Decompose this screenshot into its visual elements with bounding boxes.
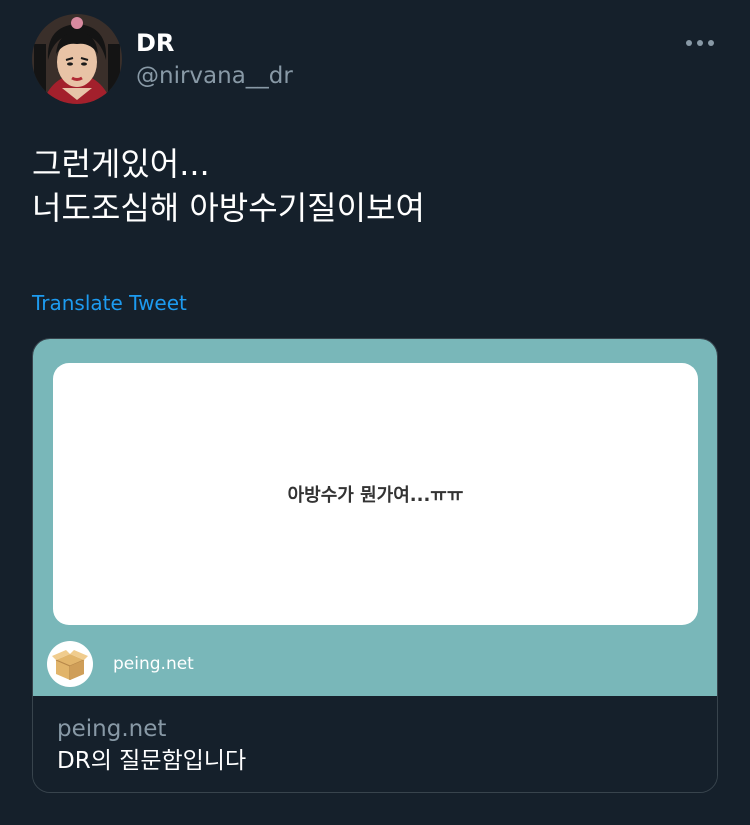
tweet-text-line: 너도조심해 아방수기질이보여 — [32, 189, 425, 227]
question-text: 아방수가 뭔가여...ㅠㅠ — [287, 485, 464, 506]
more-horizontal-icon — [686, 40, 714, 46]
more-options-button[interactable] — [680, 30, 720, 56]
display-name[interactable]: DR — [136, 28, 174, 58]
avatar-image — [32, 14, 122, 104]
cardboard-box-icon — [52, 650, 88, 680]
card-image[interactable]: 아방수가 뭔가여...ㅠㅠ peing.net — [33, 339, 717, 696]
link-card[interactable]: 아방수가 뭔가여...ㅠㅠ peing.net peing.net DR의 질문… — [32, 338, 718, 793]
card-footer[interactable]: peing.net DR의 질문함입니다 — [33, 696, 717, 792]
card-site-name: peing.net — [113, 654, 194, 674]
site-logo — [47, 641, 93, 687]
user-handle[interactable]: @nirvana__dr — [136, 61, 293, 91]
question-box: 아방수가 뭔가여...ㅠㅠ — [53, 363, 698, 625]
tweet-text: 그런게있어... 너도조심해 아방수기질이보여 — [32, 142, 712, 230]
avatar[interactable] — [32, 14, 122, 104]
tweet-text-line: 그런게있어... — [32, 145, 210, 183]
card-domain: peing.net — [57, 716, 167, 742]
translate-tweet-link[interactable]: Translate Tweet — [32, 289, 187, 317]
card-title: DR의 질문함입니다 — [57, 748, 247, 774]
